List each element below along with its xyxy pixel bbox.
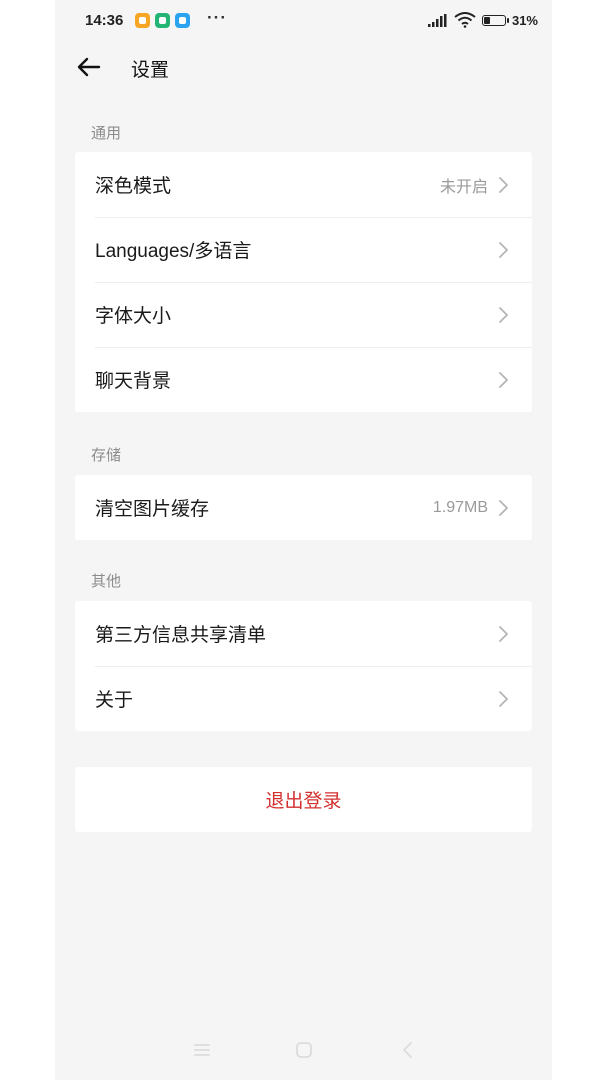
chevron-right-icon	[499, 371, 508, 388]
chevron-right-icon	[499, 625, 508, 642]
notification-message-icon	[175, 13, 190, 28]
section-label-other: 其他	[91, 573, 122, 590]
status-time: 14:36	[85, 12, 124, 29]
chevron-right-icon	[499, 306, 508, 323]
section-label-general: 通用	[91, 125, 122, 142]
logout-label: 退出登录	[265, 791, 342, 812]
home-icon[interactable]	[294, 1040, 314, 1060]
status-bar: 14:36 ··· 31%	[55, 0, 552, 42]
signal-icon	[427, 13, 447, 27]
general-settings-card: 深色模式 未开启 Languages/多语言 字体大小 聊天背景	[75, 152, 532, 412]
notification-app-icon	[135, 13, 150, 28]
row-label: 关于	[95, 690, 134, 711]
wifi-icon	[454, 12, 476, 28]
battery-fill	[483, 16, 490, 24]
storage-settings-card: 清空图片缓存 1.97MB	[75, 475, 532, 540]
about-row[interactable]: 关于	[75, 666, 532, 731]
row-label: 聊天背景	[95, 371, 172, 392]
chevron-right-icon	[499, 176, 508, 193]
row-label: 第三方信息共享清单	[95, 625, 267, 646]
cache-size-value: 1.97MB	[432, 498, 488, 516]
chevron-right-icon	[499, 499, 508, 516]
chevron-right-icon	[499, 241, 508, 258]
row-label: 清空图片缓存	[95, 499, 210, 520]
system-nav-bar	[55, 1020, 552, 1080]
section-label-storage: 存储	[91, 447, 122, 464]
other-settings-card: 第三方信息共享清单 关于	[75, 601, 532, 731]
dark-mode-row[interactable]: 深色模式 未开启	[75, 152, 532, 217]
battery-percentage: 31%	[511, 12, 538, 28]
menu-icon[interactable]	[192, 1040, 212, 1060]
back-icon[interactable]	[398, 1040, 418, 1060]
row-label: 深色模式	[95, 176, 172, 197]
settings-screen: 14:36 ··· 31% 设置 通用 深色模式 未开启 Languages/多…	[55, 0, 552, 1080]
page-title: 设置	[131, 60, 170, 81]
notification-shield-icon	[155, 13, 170, 28]
languages-row[interactable]: Languages/多语言	[75, 217, 532, 282]
row-label: 字体大小	[95, 306, 172, 327]
third-party-sharing-row[interactable]: 第三方信息共享清单	[75, 601, 532, 666]
row-label: Languages/多语言	[95, 241, 252, 262]
chevron-right-icon	[499, 690, 508, 707]
header: 设置	[55, 42, 552, 92]
battery-icon	[481, 14, 509, 26]
back-arrow-icon[interactable]	[75, 53, 103, 81]
font-size-row[interactable]: 字体大小	[75, 282, 532, 347]
status-indicators: 31%	[427, 12, 538, 28]
logout-button[interactable]: 退出登录	[75, 767, 532, 832]
row-value: 未开启	[439, 178, 488, 196]
more-notifications-icon: ···	[207, 8, 227, 27]
chat-background-row[interactable]: 聊天背景	[75, 347, 532, 412]
notification-icons	[135, 13, 190, 28]
clear-image-cache-row[interactable]: 清空图片缓存 1.97MB	[75, 475, 532, 540]
